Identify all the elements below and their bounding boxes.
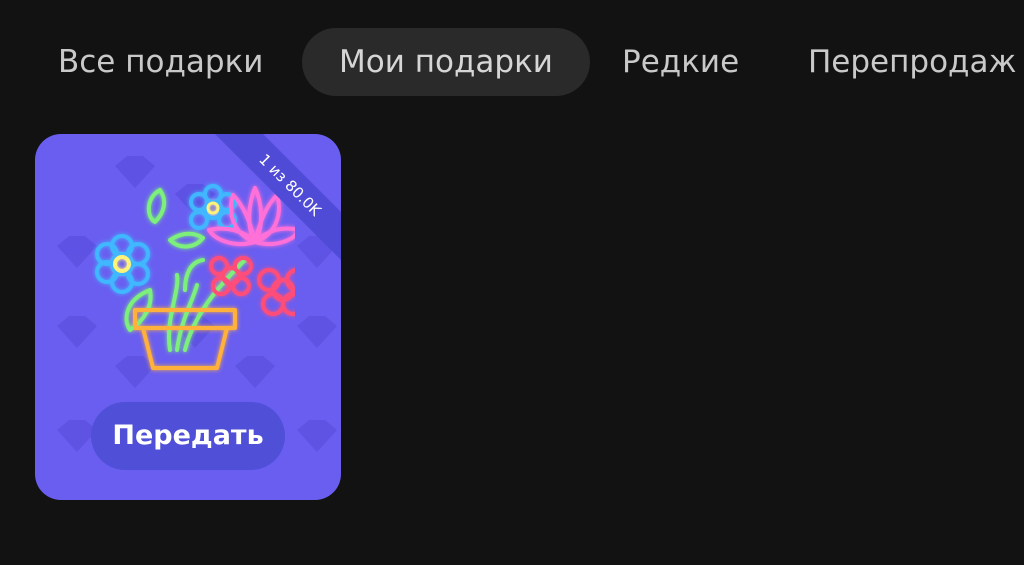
edition-badge: 1 из 80.0K (211, 134, 341, 264)
gift-card[interactable]: 1 из 80.0K Передать (35, 134, 341, 500)
edition-ribbon: 1 из 80.0K (211, 134, 341, 264)
send-gift-button[interactable]: Передать (91, 402, 285, 470)
tab-all-gifts[interactable]: Все подарки (58, 28, 263, 96)
tab-resale[interactable]: Перепродаж (808, 28, 1016, 96)
tab-rare[interactable]: Редкие (622, 28, 739, 96)
tab-my-gifts[interactable]: Мои подарки (302, 28, 590, 96)
gift-tabs: Все подарки Мои подарки Редкие Перепрода… (0, 28, 1024, 96)
